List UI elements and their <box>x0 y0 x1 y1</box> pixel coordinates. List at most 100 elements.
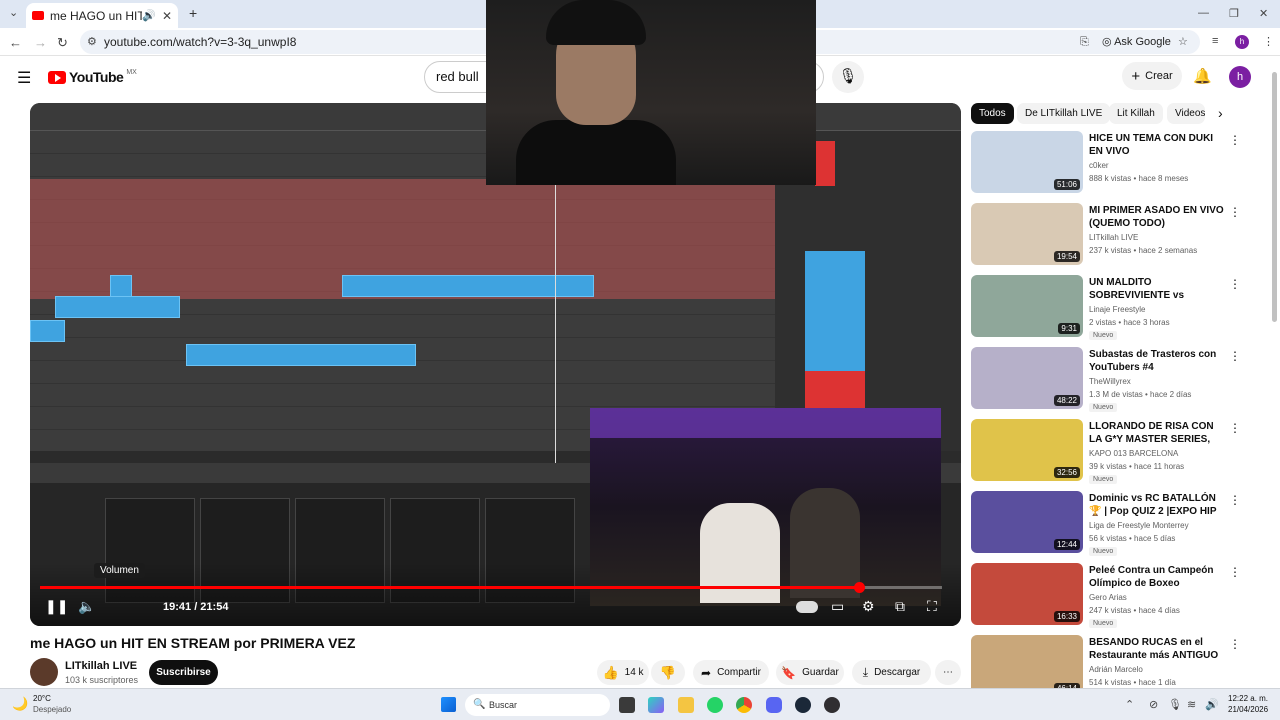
save-button[interactable]: 🔖 Guardar <box>776 660 844 685</box>
recommendation-item[interactable]: 51:06 HICE UN TEMA CON DUKI EN VIVO c0ker 8… <box>971 131 1263 195</box>
subtitles-icon[interactable]: ▭ <box>831 598 844 615</box>
chips-next-icon[interactable]: › <box>1218 105 1223 121</box>
progress-scrubber[interactable] <box>854 582 866 593</box>
recommendation-item[interactable]: 48:22 Subastas de Trasteros con YouTubers… <box>971 347 1263 412</box>
tray-network-icon[interactable]: ⊘ <box>1149 698 1158 711</box>
recommendation-channel[interactable]: Liga de Freestyle Monterrey <box>1089 521 1189 530</box>
miniplayer-icon[interactable]: ⧉ <box>895 598 905 615</box>
clock-date[interactable]: 21/04/2026 <box>1228 705 1268 714</box>
download-button[interactable]: ⤓ Descargar <box>852 660 931 685</box>
weather-icon[interactable]: 🌙 <box>12 696 28 712</box>
recommendation-title[interactable]: UN MALDITO SOBREVIVIENTE vs ONESHOOT - C… <box>1089 276 1229 302</box>
chip-lit-killah[interactable]: Lit Killah <box>1109 103 1163 124</box>
more-options-icon[interactable]: ⋮ <box>1229 637 1241 651</box>
pause-button[interactable]: ❚❚ <box>45 598 68 615</box>
recommendation-channel[interactable]: TheWillyrex <box>1089 377 1131 386</box>
minimize-window-button[interactable]: — <box>1198 7 1209 19</box>
autoplay-toggle[interactable] <box>796 601 818 613</box>
dislike-button[interactable]: 👎 <box>651 660 685 685</box>
recommendation-item[interactable]: 19:54 MI PRIMER ASADO EN VIVO (QUEMO TODO… <box>971 203 1263 267</box>
recommendation-item[interactable]: 12:44 Dominic vs RC BATALLÓN 🏆 | Pop QUIZ… <box>971 491 1263 556</box>
recommendation-channel[interactable]: KAPO 013 BARCELONA <box>1089 449 1178 458</box>
recommendation-item[interactable]: 16:33 Peleé Contra un Campeón Olímpico de… <box>971 563 1263 628</box>
chip-todos[interactable]: Todos <box>971 103 1014 124</box>
browser-tab-active[interactable]: me HAGO un HIT EN STREA 🔊 ✕ <box>26 3 178 28</box>
obs-icon[interactable] <box>824 697 840 713</box>
recommendation-channel[interactable]: Linaje Freestyle <box>1089 305 1145 314</box>
steam-icon[interactable] <box>795 697 811 713</box>
channel-name[interactable]: LITkillah LIVE <box>65 660 137 672</box>
copilot-icon[interactable] <box>648 697 664 713</box>
tray-speaker-icon[interactable]: 🔊 <box>1205 698 1219 711</box>
youtube-logo[interactable]: YouTube MX <box>48 69 137 85</box>
new-tab-button[interactable]: + <box>189 5 197 21</box>
video-thumbnail[interactable]: 12:44 <box>971 491 1083 553</box>
voice-search-button[interactable]: 🎙 <box>832 61 864 93</box>
recommendation-title[interactable]: Subastas de Trasteros con YouTubers #4 <box>1089 348 1229 374</box>
chip-channel[interactable]: De LITkillah LIVE <box>1017 103 1111 124</box>
volume-icon[interactable]: 🔈 <box>78 598 95 615</box>
create-button[interactable]: + Crear <box>1122 62 1182 90</box>
bookmark-star-icon[interactable]: ☆ <box>1178 30 1188 54</box>
recommendation-title[interactable]: LLORANDO DE RISA CON LA G*Y MASTER SERIE… <box>1089 420 1229 446</box>
more-options-icon[interactable]: ⋮ <box>1229 421 1241 435</box>
more-options-icon[interactable]: ⋮ <box>1229 133 1241 147</box>
discord-icon[interactable] <box>766 697 782 713</box>
recommendation-title[interactable]: Peleé Contra un Campeón Olímpico de Boxe… <box>1089 564 1229 590</box>
site-info-icon[interactable]: ⚙ <box>87 30 97 54</box>
recommendation-title[interactable]: BESANDO RUCAS en el Restaurante más ANTI… <box>1089 636 1229 662</box>
fullscreen-icon[interactable]: ⛶ <box>927 598 937 615</box>
like-button[interactable]: 👍 14 k <box>597 660 649 685</box>
tray-wifi-icon[interactable]: ≋ <box>1187 698 1196 711</box>
browser-profile-avatar[interactable]: h <box>1235 35 1249 49</box>
recommendation-channel[interactable]: Adrián Marcelo <box>1089 665 1143 674</box>
video-thumbnail[interactable]: 51:06 <box>971 131 1083 193</box>
browser-menu-icon[interactable]: ⋮ <box>1263 35 1274 48</box>
settings-gear-icon[interactable]: ⚙ <box>862 598 875 615</box>
notifications-bell-icon[interactable]: 🔔 <box>1193 67 1212 85</box>
page-scrollbar[interactable] <box>1272 72 1277 322</box>
start-button-icon[interactable] <box>441 697 456 712</box>
chip-videos[interactable]: Videos <box>1167 103 1205 124</box>
more-options-icon[interactable]: ⋮ <box>1229 493 1241 507</box>
tray-mic-icon[interactable]: 🎙 <box>1168 698 1182 711</box>
video-thumbnail[interactable]: 32:56 <box>971 419 1083 481</box>
share-button[interactable]: ➦ Compartir <box>693 660 769 685</box>
media-controls-icon[interactable]: ≡ <box>1212 35 1218 47</box>
install-app-icon[interactable]: ⎘ <box>1080 30 1089 54</box>
ask-google-button[interactable]: ◎ Ask Google <box>1102 30 1171 54</box>
more-options-icon[interactable]: ⋮ <box>1229 205 1241 219</box>
channel-avatar[interactable] <box>30 658 58 686</box>
video-thumbnail[interactable]: 16:33 <box>971 563 1083 625</box>
recommendation-channel[interactable]: LITkillah LIVE <box>1089 233 1138 242</box>
subscribe-button[interactable]: Suscribirse <box>149 660 218 685</box>
clock-time[interactable]: 12:22 a. m. <box>1228 694 1268 703</box>
more-options-icon[interactable]: ⋮ <box>1229 277 1241 291</box>
hamburger-menu-icon[interactable]: ☰ <box>17 68 31 88</box>
forward-button[interactable]: → <box>34 35 47 50</box>
video-thumbnail[interactable]: 48:22 <box>971 347 1083 409</box>
video-thumbnail[interactable]: 19:54 <box>971 203 1083 265</box>
more-options-icon[interactable]: ⋮ <box>1229 349 1241 363</box>
progress-bar[interactable] <box>40 582 942 593</box>
more-actions-button[interactable]: ⋯ <box>935 660 961 685</box>
file-explorer-icon[interactable] <box>678 697 694 713</box>
account-avatar[interactable]: h <box>1229 66 1251 88</box>
reload-button[interactable]: ↻ <box>57 35 68 51</box>
recommendation-item[interactable]: 32:56 LLORANDO DE RISA CON LA G*Y MASTER … <box>971 419 1263 484</box>
close-tab-icon[interactable]: ✕ <box>162 9 172 23</box>
recommendation-item[interactable]: 9:31 UN MALDITO SOBREVIVIENTE vs ONESHOOT… <box>971 275 1263 340</box>
back-button[interactable]: ← <box>9 35 22 50</box>
recommendation-channel[interactable]: c0ker <box>1089 161 1109 170</box>
tab-search-icon[interactable]: ⌄ <box>9 6 18 19</box>
recommendation-title[interactable]: Dominic vs RC BATALLÓN 🏆 | Pop QUIZ 2 |E… <box>1089 492 1229 518</box>
taskbar-search[interactable]: 🔍 Buscar <box>465 694 610 716</box>
recommendation-channel[interactable]: Gero Arias <box>1089 593 1127 602</box>
video-thumbnail[interactable]: 9:31 <box>971 275 1083 337</box>
whatsapp-icon[interactable] <box>707 697 723 713</box>
more-options-icon[interactable]: ⋮ <box>1229 565 1241 579</box>
recommendation-title[interactable]: HICE UN TEMA CON DUKI EN VIVO <box>1089 132 1229 158</box>
recommendation-title[interactable]: MI PRIMER ASADO EN VIVO (QUEMO TODO) <box>1089 204 1229 230</box>
tray-chevron-icon[interactable]: ⌃ <box>1125 698 1134 711</box>
restore-window-button[interactable]: ❐ <box>1229 7 1239 20</box>
